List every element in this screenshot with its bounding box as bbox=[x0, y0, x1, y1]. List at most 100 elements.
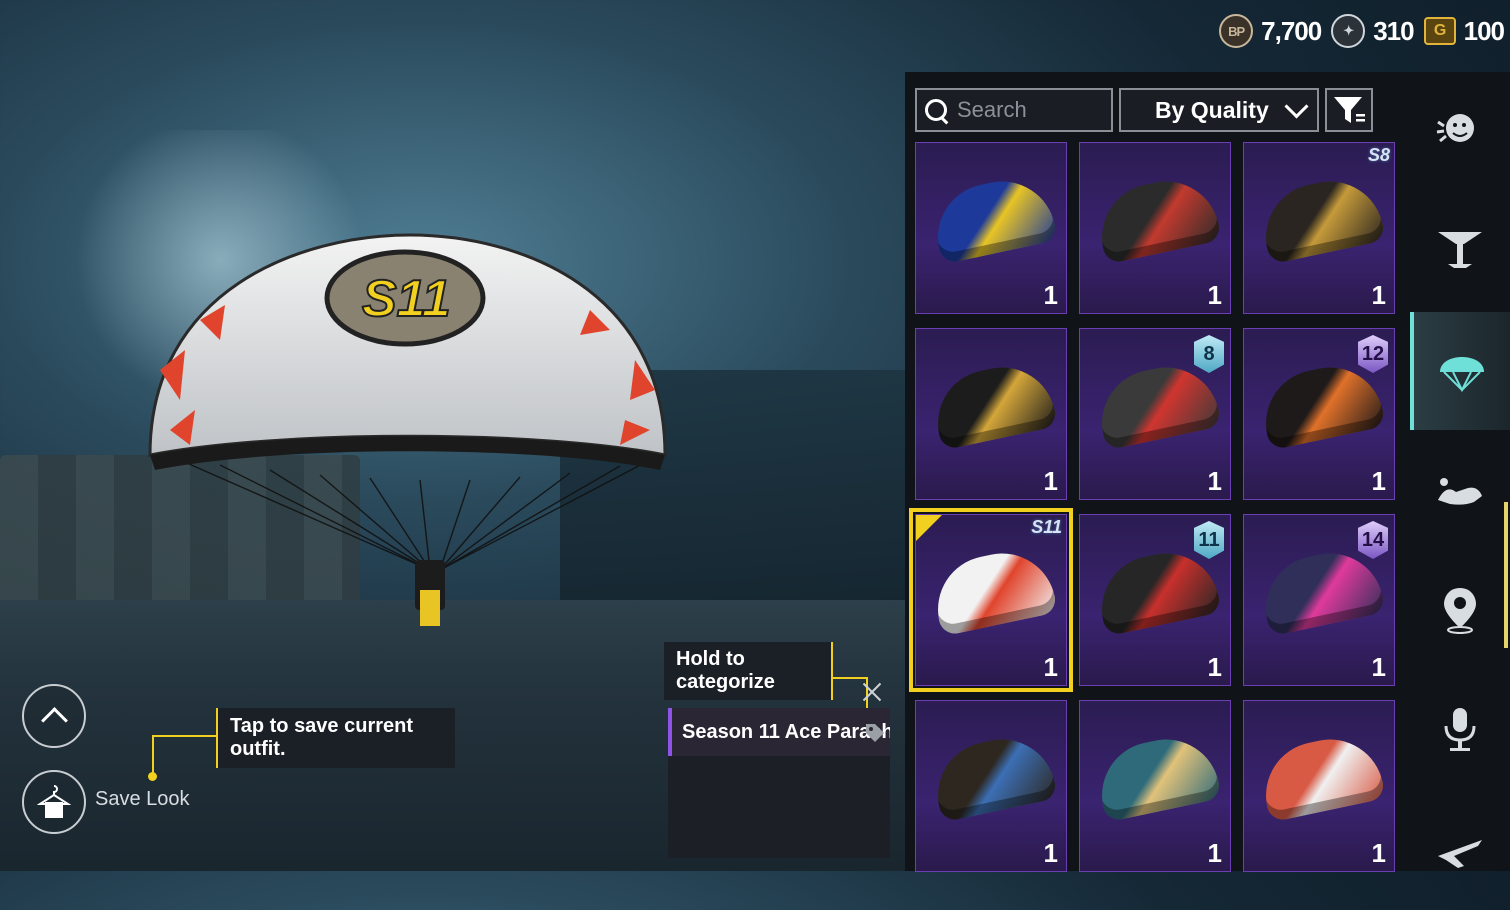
item-slot[interactable]: 11 1 bbox=[1079, 514, 1231, 686]
tip-dot bbox=[148, 772, 157, 781]
landing-tab[interactable] bbox=[1410, 432, 1510, 550]
parachute-tab[interactable] bbox=[1410, 312, 1510, 430]
bp-balance[interactable]: BP 7,700 bbox=[1219, 14, 1322, 48]
item-slot[interactable]: S8 1 bbox=[1243, 142, 1395, 314]
item-slot[interactable]: 12 1 bbox=[1243, 328, 1395, 500]
item-slot[interactable]: 1 bbox=[1079, 700, 1231, 872]
currency-bar: BP 7,700 ✦ 310 G 100 bbox=[1219, 14, 1505, 48]
bp-coin-icon: BP bbox=[1219, 14, 1254, 48]
parachute-thumbnail bbox=[928, 171, 1058, 265]
season-badge: 11 bbox=[1194, 521, 1224, 559]
g-balance[interactable]: G 100 bbox=[1423, 15, 1505, 47]
item-count: 1 bbox=[1043, 466, 1058, 496]
item-slot[interactable]: 1 bbox=[915, 328, 1067, 500]
item-slot[interactable]: 1 bbox=[915, 700, 1067, 872]
landing-icon bbox=[1438, 478, 1482, 505]
parachute-thumbnail bbox=[928, 729, 1058, 823]
g-coin-icon: G bbox=[1423, 17, 1456, 45]
emote-tab[interactable] bbox=[1410, 72, 1510, 190]
microphone-icon bbox=[1444, 708, 1476, 751]
item-slot[interactable]: 1 bbox=[915, 142, 1067, 314]
item-grid: 1 1 S8 1 1 8 1 12 1 S11 1 11 1 14 1 1 1 1 bbox=[909, 142, 1397, 872]
hanger-icon bbox=[37, 785, 71, 818]
close-icon[interactable] bbox=[860, 680, 884, 704]
parachute-thumbnail bbox=[1256, 729, 1386, 823]
parachute-thumbnail bbox=[928, 543, 1058, 637]
item-slot[interactable]: 81 bbox=[1079, 328, 1231, 500]
search-icon bbox=[923, 97, 949, 123]
bp-value: 7,700 bbox=[1261, 15, 1322, 46]
season-badge: S8 bbox=[1367, 145, 1390, 165]
g-value: 100 bbox=[1463, 15, 1505, 46]
tip-connector-vertical bbox=[152, 735, 154, 777]
save-tip: Tap to save current outfit. bbox=[218, 708, 455, 768]
item-slot[interactable]: S11 1 bbox=[909, 508, 1073, 692]
parachute-icon bbox=[1440, 357, 1484, 393]
search-input[interactable]: Search bbox=[915, 88, 1113, 132]
sort-value: By Quality bbox=[1155, 96, 1269, 123]
location-tab[interactable] bbox=[1410, 550, 1510, 668]
season-badge: 8 bbox=[1194, 335, 1224, 373]
selected-item-name: Season 11 Ace Parachute bbox=[682, 720, 890, 743]
item-count: 1 bbox=[1207, 280, 1222, 310]
category-tab-rail bbox=[1410, 72, 1510, 871]
item-count: 1 bbox=[1043, 280, 1058, 310]
chevron-down-icon bbox=[1284, 93, 1309, 119]
categorize-tip-bar bbox=[831, 642, 833, 700]
save-look-label[interactable]: Save Look bbox=[95, 788, 190, 811]
parachute-thumbnail bbox=[1092, 171, 1222, 265]
item-detail-panel bbox=[668, 756, 890, 858]
voice-tab[interactable] bbox=[1410, 670, 1510, 788]
season-badge: 14 bbox=[1358, 521, 1388, 559]
parachute-thumbnail bbox=[1092, 357, 1222, 451]
parachute-thumbnail bbox=[928, 357, 1058, 451]
svg-text:S11: S11 bbox=[362, 270, 451, 328]
ag-emblem-icon: ✦ bbox=[1331, 14, 1366, 48]
glider-icon bbox=[1438, 232, 1482, 268]
item-count: 1 bbox=[1207, 838, 1222, 868]
item-count: 1 bbox=[1371, 652, 1386, 682]
item-count: 1 bbox=[1371, 838, 1386, 868]
parachute-preview: S11 bbox=[148, 233, 667, 626]
parachute-thumbnail bbox=[1092, 729, 1222, 823]
search-placeholder: Search bbox=[957, 97, 1027, 122]
tag-icon[interactable] bbox=[864, 722, 886, 744]
item-slot[interactable]: 1 bbox=[1079, 142, 1231, 314]
emote-icon bbox=[1436, 114, 1474, 143]
glider-tab[interactable] bbox=[1410, 190, 1510, 308]
sort-dropdown[interactable]: By Quality bbox=[1119, 88, 1319, 132]
aircraft-tab[interactable] bbox=[1410, 792, 1510, 910]
airplane-icon bbox=[1438, 840, 1482, 868]
ag-value: 310 bbox=[1373, 15, 1414, 46]
season-badge: 12 bbox=[1358, 335, 1388, 373]
save-tip-text: Tap to save current outfit. bbox=[230, 715, 414, 760]
season-badge: S11 bbox=[1031, 517, 1062, 537]
location-pin-icon bbox=[1444, 588, 1476, 634]
item-count: 1 bbox=[1207, 652, 1222, 682]
filter-button[interactable] bbox=[1325, 88, 1373, 132]
parachute-thumbnail bbox=[1256, 543, 1386, 637]
selected-check-icon bbox=[916, 515, 942, 541]
item-count: 1 bbox=[1207, 466, 1222, 496]
item-count: 1 bbox=[1043, 838, 1058, 868]
item-slot[interactable]: 14 1 bbox=[1243, 514, 1395, 686]
categorize-tip: Hold to categorize bbox=[664, 642, 832, 700]
ag-balance[interactable]: ✦ 310 bbox=[1331, 14, 1415, 48]
categorize-tip-text: Hold to categorize bbox=[676, 648, 775, 693]
parachute-thumbnail bbox=[1256, 171, 1386, 265]
inventory-toolbar: Search By Quality bbox=[915, 88, 1373, 132]
categorize-connector bbox=[833, 677, 867, 679]
parachute-thumbnail bbox=[1092, 543, 1222, 637]
parachute-thumbnail bbox=[1256, 357, 1386, 451]
selected-item-name-bar[interactable]: Season 11 Ace Parachute bbox=[668, 708, 890, 756]
expand-button[interactable] bbox=[22, 684, 86, 748]
item-count: 1 bbox=[1371, 466, 1386, 496]
filter-icon bbox=[1334, 97, 1365, 123]
item-slot[interactable]: 1 bbox=[1243, 700, 1395, 872]
save-look-button[interactable] bbox=[22, 770, 86, 834]
item-count: 1 bbox=[1371, 280, 1386, 310]
tip-connector bbox=[152, 735, 218, 737]
item-count: 1 bbox=[1043, 652, 1058, 682]
inventory-panel: Search By Quality 1 1 S8 1 1 8 1 12 1 S11 1 11 1 14 1 1… bbox=[905, 72, 1410, 872]
chevron-up-icon bbox=[40, 706, 68, 734]
